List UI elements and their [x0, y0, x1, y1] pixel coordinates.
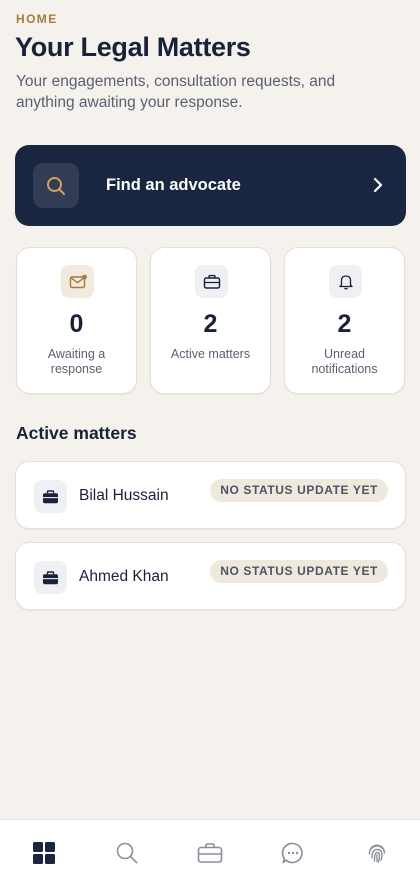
matter-client-name: Bilal Hussain — [79, 487, 169, 504]
matter-row-bilal-hussain[interactable]: Bilal Hussain NO STATUS UPDATE YET — [15, 461, 406, 529]
nav-fingerprint-icon[interactable] — [364, 840, 390, 866]
matter-client-name: Ahmed Khan — [79, 568, 169, 585]
page-subtitle: Your engagements, consultation requests,… — [16, 73, 336, 111]
status-badge: NO STATUS UPDATE YET — [210, 560, 388, 583]
stat-card-awaiting[interactable]: 0 Awaiting a response — [16, 247, 137, 394]
stat-label: Active matters — [170, 347, 251, 361]
briefcase-icon — [34, 561, 67, 594]
stat-value: 2 — [203, 310, 218, 338]
nav-briefcase-icon[interactable] — [197, 840, 223, 866]
briefcase-icon — [34, 480, 67, 513]
search-icon — [33, 163, 79, 208]
nav-search-icon[interactable] — [114, 840, 140, 866]
eyebrow-label: HOME — [16, 12, 58, 26]
bottom-nav — [0, 819, 420, 881]
nav-home-grid-icon[interactable] — [31, 840, 57, 866]
home-screen: HOME Your Legal Matters Your engagements… — [0, 0, 420, 881]
stat-value: 0 — [69, 310, 84, 338]
find-advocate-button[interactable]: Find an advocate — [15, 145, 406, 226]
page-title: Your Legal Matters — [15, 32, 251, 62]
nav-chat-icon[interactable] — [280, 840, 306, 866]
status-badge: NO STATUS UPDATE YET — [210, 479, 388, 502]
stat-value: 2 — [337, 310, 352, 338]
stat-card-unread-notifications[interactable]: 2 Unread notifications — [284, 247, 405, 394]
stat-card-active-matters[interactable]: 2 Active matters — [150, 247, 271, 394]
mail-icon — [61, 265, 94, 298]
find-advocate-label: Find an advocate — [106, 176, 241, 194]
active-matters-heading: Active matters — [16, 423, 137, 443]
bell-icon — [329, 265, 362, 298]
briefcase-icon — [195, 265, 228, 298]
chevron-right-icon — [373, 177, 383, 193]
matter-row-ahmed-khan[interactable]: Ahmed Khan NO STATUS UPDATE YET — [15, 542, 406, 610]
stat-label: Unread notifications — [311, 347, 378, 376]
stat-label: Awaiting a response — [47, 347, 106, 376]
